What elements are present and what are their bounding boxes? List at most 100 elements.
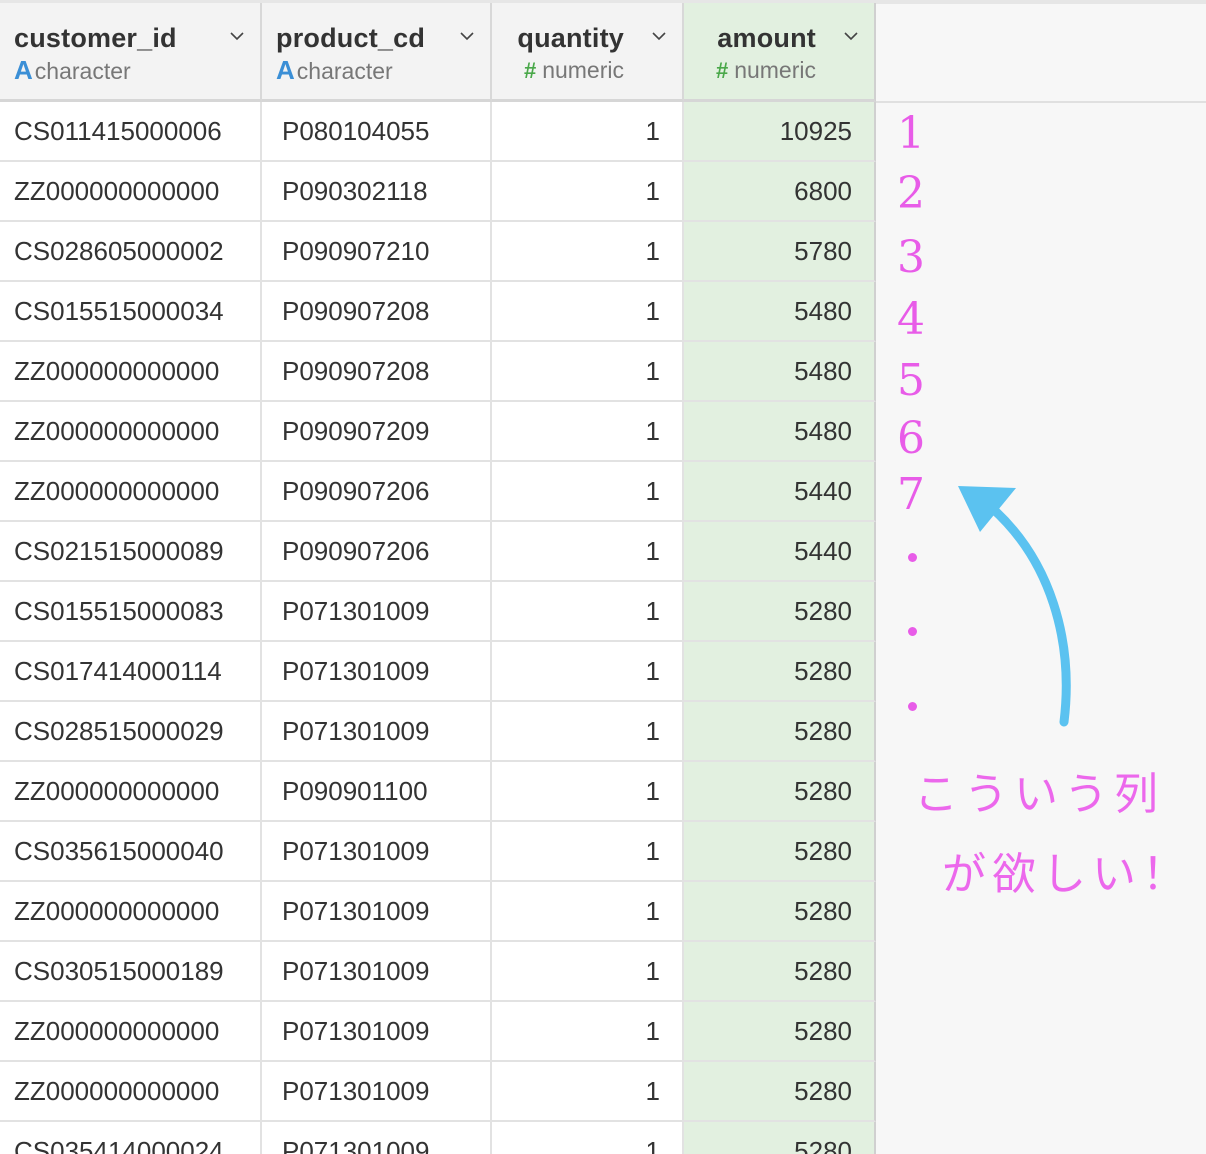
table-cell-product-cd[interactable]: P071301009	[262, 942, 492, 1002]
column-type: # numeric	[698, 55, 816, 86]
table-cell-customer-id[interactable]: CS035615000040	[0, 822, 262, 882]
table-cell-customer-id[interactable]: ZZ000000000000	[0, 462, 262, 522]
table-cell-product-cd[interactable]: P090907208	[262, 342, 492, 402]
table-cell-amount[interactable]: 5780	[684, 222, 876, 282]
column-header-product-cd[interactable]: product_cd Acharacter	[262, 3, 492, 102]
table-cell-product-cd[interactable]: P071301009	[262, 702, 492, 762]
table-cell-product-cd[interactable]: P090907209	[262, 402, 492, 462]
table-cell-quantity[interactable]: 1	[492, 582, 684, 642]
column-name: product_cd	[276, 23, 426, 53]
table-cell-quantity[interactable]: 1	[492, 162, 684, 222]
table-cell-product-cd[interactable]: P090302118	[262, 162, 492, 222]
column-type: # numeric	[506, 55, 624, 86]
table-cell-customer-id[interactable]: CS015515000034	[0, 282, 262, 342]
rank-number: 3	[897, 232, 925, 283]
table-cell-quantity[interactable]: 1	[492, 1062, 684, 1122]
column-name: quantity	[517, 23, 624, 53]
column-header-amount[interactable]: amount # numeric	[684, 3, 876, 102]
table-cell-customer-id[interactable]: ZZ000000000000	[0, 342, 262, 402]
table-cell-amount[interactable]: 5280	[684, 702, 876, 762]
table-cell-product-cd[interactable]: P071301009	[262, 822, 492, 882]
table-cell-customer-id[interactable]: CS028515000029	[0, 702, 262, 762]
table-cell-quantity[interactable]: 1	[492, 762, 684, 822]
column-type-label: numeric	[734, 57, 816, 83]
table-cell-quantity[interactable]: 1	[492, 342, 684, 402]
table-cell-quantity[interactable]: 1	[492, 102, 684, 162]
table-cell-amount[interactable]: 5280	[684, 1062, 876, 1122]
table-cell-amount[interactable]: 5480	[684, 282, 876, 342]
table-cell-quantity[interactable]: 1	[492, 462, 684, 522]
table-cell-customer-id[interactable]: ZZ000000000000	[0, 402, 262, 462]
chevron-down-icon[interactable]	[652, 29, 666, 43]
table-cell-product-cd[interactable]: P071301009	[262, 1002, 492, 1062]
table-cell-product-cd[interactable]: P090901100	[262, 762, 492, 822]
table-cell-product-cd[interactable]: P090907210	[262, 222, 492, 282]
table-cell-customer-id[interactable]: CS021515000089	[0, 522, 262, 582]
numeric-type-icon: #	[523, 58, 537, 83]
table-cell-customer-id[interactable]: ZZ000000000000	[0, 1002, 262, 1062]
table-cell-customer-id[interactable]: CS035414000024	[0, 1122, 262, 1154]
table-cell-customer-id[interactable]: CS030515000189	[0, 942, 262, 1002]
table-cell-quantity[interactable]: 1	[492, 642, 684, 702]
rank-number: 2	[897, 168, 925, 219]
table-cell-customer-id[interactable]: CS017414000114	[0, 642, 262, 702]
table-cell-customer-id[interactable]: CS011415000006	[0, 102, 262, 162]
table-cell-quantity[interactable]: 1	[492, 522, 684, 582]
table-cell-customer-id[interactable]: ZZ000000000000	[0, 762, 262, 822]
table-cell-amount[interactable]: 5280	[684, 882, 876, 942]
table-cell-amount[interactable]: 5280	[684, 582, 876, 642]
column-type: Acharacter	[14, 55, 246, 86]
table-cell-amount[interactable]: 5280	[684, 1002, 876, 1062]
table-cell-quantity[interactable]: 1	[492, 282, 684, 342]
table-cell-product-cd[interactable]: P080104055	[262, 102, 492, 162]
table-cell-product-cd[interactable]: P090907208	[262, 282, 492, 342]
table-cell-quantity[interactable]: 1	[492, 1122, 684, 1154]
table-cell-product-cd[interactable]: P071301009	[262, 1122, 492, 1154]
column-type-label: character	[34, 58, 131, 84]
table-cell-customer-id[interactable]: ZZ000000000000	[0, 1062, 262, 1122]
table-cell-product-cd[interactable]: P090907206	[262, 462, 492, 522]
table-cell-product-cd[interactable]: P071301009	[262, 642, 492, 702]
table-cell-amount[interactable]: 5280	[684, 762, 876, 822]
column-type: Acharacter	[276, 55, 476, 86]
column-header-customer-id[interactable]: customer_id Acharacter	[0, 3, 262, 102]
table-cell-amount[interactable]: 5280	[684, 822, 876, 882]
table-cell-amount[interactable]: 5440	[684, 522, 876, 582]
annotation-note-line2: が欲しい！	[942, 849, 1192, 900]
table-cell-product-cd[interactable]: P071301009	[262, 1062, 492, 1122]
table-cell-amount[interactable]: 10925	[684, 102, 876, 162]
chevron-down-icon[interactable]	[230, 29, 244, 43]
rank-number: 6	[897, 413, 925, 464]
table-cell-quantity[interactable]: 1	[492, 402, 684, 462]
table-cell-amount[interactable]: 5480	[684, 402, 876, 462]
chevron-down-icon[interactable]	[460, 29, 474, 43]
table-cell-customer-id[interactable]: CS028605000002	[0, 222, 262, 282]
table-cell-customer-id[interactable]: ZZ000000000000	[0, 162, 262, 222]
table-cell-quantity[interactable]: 1	[492, 222, 684, 282]
data-table: customer_id Acharacter product_cd Acharacte…	[0, 3, 876, 1154]
table-cell-product-cd[interactable]: P071301009	[262, 882, 492, 942]
table-cell-amount[interactable]: 6800	[684, 162, 876, 222]
header-divider	[876, 101, 1206, 103]
table-cell-quantity[interactable]: 1	[492, 1002, 684, 1062]
table-cell-quantity[interactable]: 1	[492, 702, 684, 762]
table-cell-amount[interactable]: 5280	[684, 1122, 876, 1154]
table-cell-product-cd[interactable]: P090907206	[262, 522, 492, 582]
table-cell-customer-id[interactable]: CS015515000083	[0, 582, 262, 642]
table-cell-amount[interactable]: 5480	[684, 342, 876, 402]
table-cell-quantity[interactable]: 1	[492, 822, 684, 882]
table-cell-customer-id[interactable]: ZZ000000000000	[0, 882, 262, 942]
table-cell-product-cd[interactable]: P071301009	[262, 582, 492, 642]
rank-number: 5	[897, 355, 925, 406]
numeric-type-icon: #	[715, 58, 729, 83]
column-name: amount	[717, 23, 816, 53]
table-cell-quantity[interactable]: 1	[492, 942, 684, 1002]
table-cell-quantity[interactable]: 1	[492, 882, 684, 942]
ellipsis-dot	[908, 627, 917, 636]
table-cell-amount[interactable]: 5280	[684, 942, 876, 1002]
table-cell-amount[interactable]: 5280	[684, 642, 876, 702]
column-type-label: numeric	[542, 57, 624, 83]
chevron-down-icon[interactable]	[844, 29, 858, 43]
table-cell-amount[interactable]: 5440	[684, 462, 876, 522]
column-header-quantity[interactable]: quantity # numeric	[492, 3, 684, 102]
